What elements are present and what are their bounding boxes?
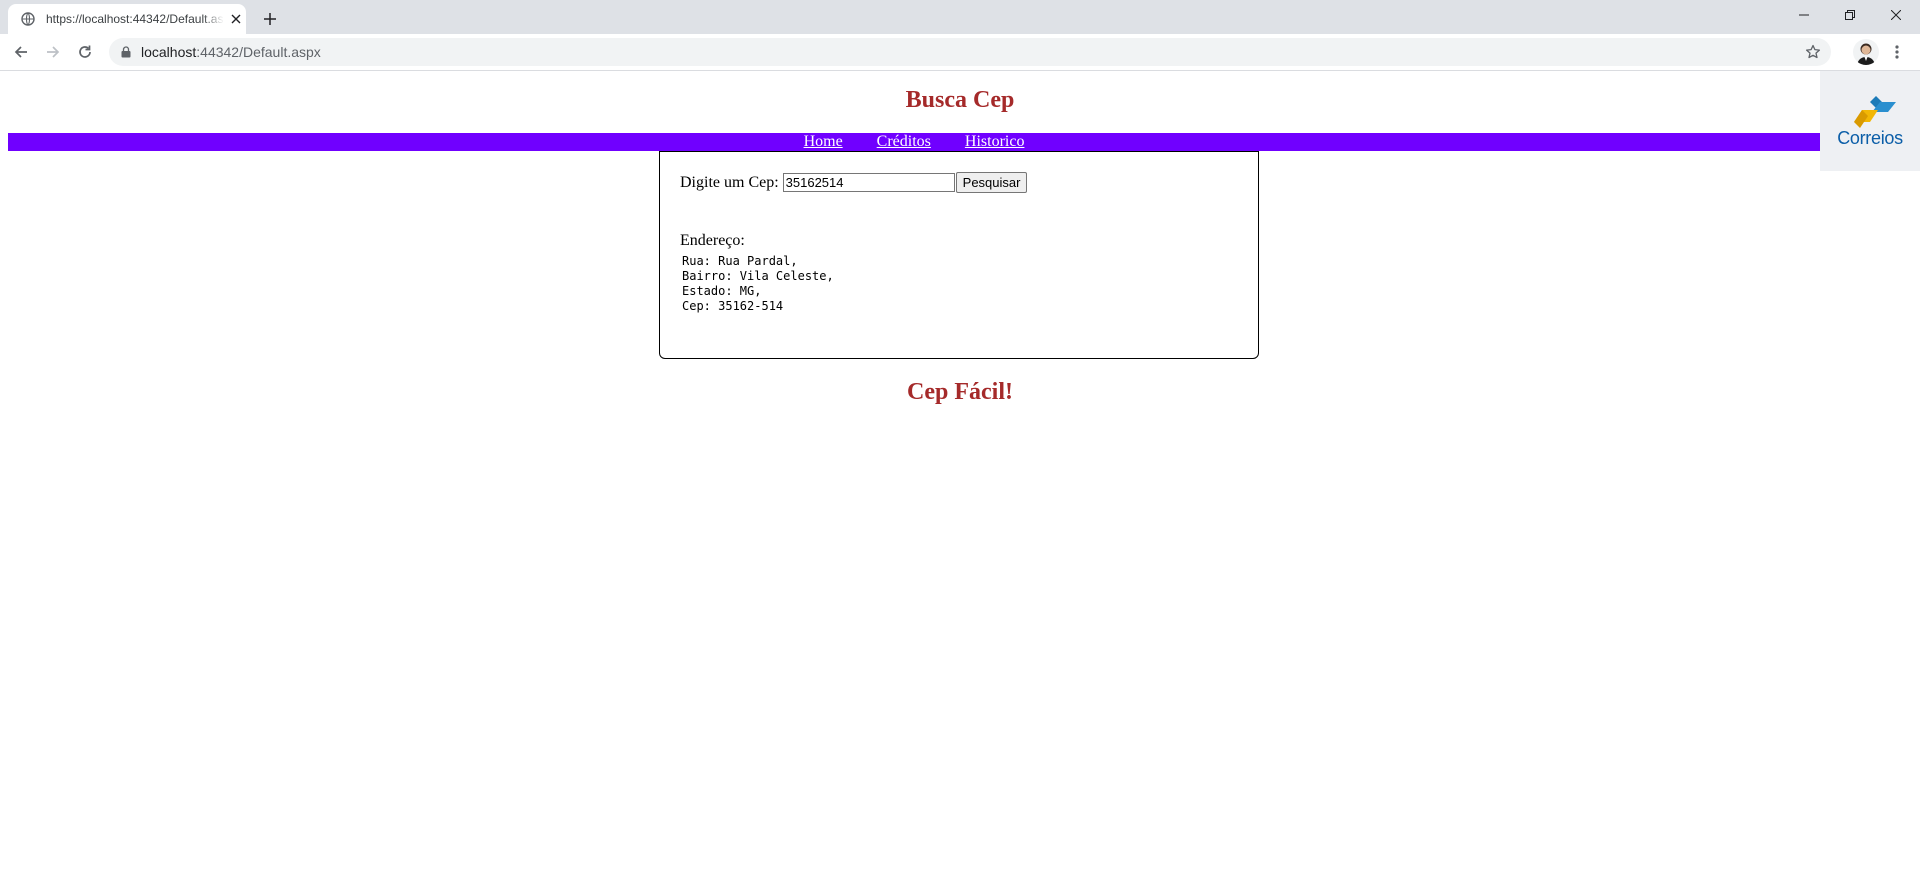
search-panel: Digite um Cep: Pesquisar Endereço: Rua: … xyxy=(659,151,1259,359)
tab-title: https://localhost:44342/Default.aspx xyxy=(46,12,224,26)
correios-logo-icon xyxy=(1854,95,1896,128)
correios-logo: Correios xyxy=(1820,71,1920,171)
footer-title: Cep Fácil! xyxy=(907,379,1013,405)
address-result: Rua: Rua Pardal, Bairro: Vila Celeste, E… xyxy=(682,254,834,314)
cep-label: Digite um Cep: xyxy=(680,173,779,191)
browser-tab[interactable]: https://localhost:44342/Default.aspx xyxy=(8,4,246,34)
address-label: Endereço: xyxy=(680,232,745,249)
minimize-icon[interactable] xyxy=(1781,0,1827,30)
new-tab-button[interactable] xyxy=(258,7,282,31)
url-text: localhost:44342/Default.aspx xyxy=(141,44,321,60)
nav-link-home[interactable]: Home xyxy=(804,133,843,151)
tab-strip: https://localhost:44342/Default.aspx xyxy=(0,0,1920,34)
close-tab-icon[interactable] xyxy=(228,11,244,27)
reload-icon[interactable] xyxy=(73,40,97,64)
page-viewport: Busca Cep Home Créditos Historico Correi… xyxy=(0,71,1920,882)
address-cep: Cep: 35162-514 xyxy=(682,299,784,313)
url-path: :44342/Default.aspx xyxy=(196,44,321,60)
profile-avatar[interactable] xyxy=(1853,39,1879,65)
cep-input[interactable] xyxy=(782,173,955,192)
url-host: localhost xyxy=(141,44,197,60)
browser-menu-icon[interactable] xyxy=(1885,40,1909,64)
bookmark-star-icon[interactable] xyxy=(1803,42,1823,62)
address-state: Estado: MG, xyxy=(682,284,762,298)
page-title: Busca Cep xyxy=(905,87,1015,113)
address-neighborhood: Bairro: Vila Celeste, xyxy=(682,269,834,283)
correios-logo-text: Correios xyxy=(1837,127,1903,148)
restore-icon[interactable] xyxy=(1827,0,1873,30)
address-street: Rua: Rua Pardal, xyxy=(682,254,798,268)
globe-icon xyxy=(20,11,36,27)
cep-search-row: Digite um Cep: Pesquisar xyxy=(680,172,1028,193)
browser-toolbar: localhost:44342/Default.aspx xyxy=(0,34,1920,71)
close-window-icon[interactable] xyxy=(1873,0,1919,30)
search-button[interactable]: Pesquisar xyxy=(955,172,1028,193)
nav-link-creditos[interactable]: Créditos xyxy=(877,133,931,151)
nav-link-historico[interactable]: Historico xyxy=(965,133,1025,151)
address-bar[interactable]: localhost:44342/Default.aspx xyxy=(109,38,1831,66)
lock-icon[interactable] xyxy=(119,45,133,59)
navigation-menu: Home Créditos Historico xyxy=(8,133,1820,151)
back-icon[interactable] xyxy=(9,40,33,64)
forward-icon[interactable] xyxy=(41,40,65,64)
